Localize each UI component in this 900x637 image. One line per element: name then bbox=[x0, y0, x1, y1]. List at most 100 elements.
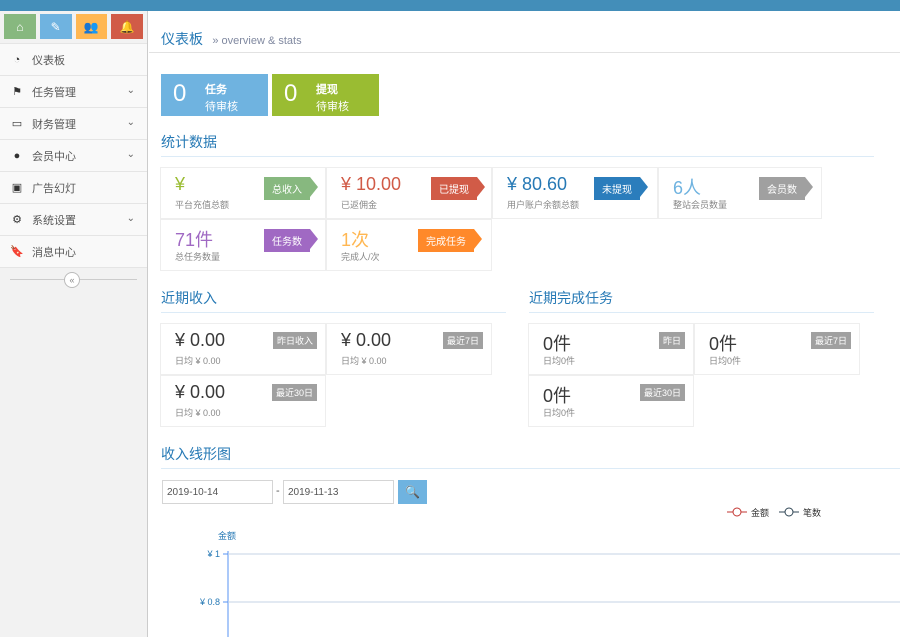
y-tick-label: ¥ 0.8 bbox=[199, 597, 220, 607]
pencil-icon: ✎ bbox=[50, 19, 61, 34]
stat-tag: 完成任务 bbox=[418, 229, 482, 252]
stat-value: 1次 bbox=[341, 230, 370, 250]
task-card-30days: 0件 日均0件 最近30日 bbox=[528, 375, 694, 427]
income-line-chart: 金额 笔数 金额 ¥ 1 ¥ 0.8 bbox=[199, 507, 900, 637]
task-average: 日均0件 bbox=[543, 408, 576, 418]
income-card-7days: ¥ 0.00 日均 ¥ 0.00 最近7日 bbox=[326, 323, 492, 375]
stat-value: 6人 bbox=[673, 178, 702, 198]
income-flag: 最近7日 bbox=[442, 332, 483, 349]
chevron-down-icon: ⌄ bbox=[126, 213, 135, 224]
user-icon: ● bbox=[13, 149, 21, 162]
legend-amount-label: 金额 bbox=[751, 507, 769, 518]
task-average: 日均0件 bbox=[709, 356, 742, 366]
y-tick-label: ¥ 1 bbox=[206, 549, 220, 559]
chart-section-title: 收入线形图 bbox=[161, 444, 900, 469]
legend-count-label: 笔数 bbox=[803, 507, 821, 518]
income-flag: 昨日收入 bbox=[272, 332, 317, 349]
income-flag: 最近30日 bbox=[271, 384, 317, 401]
tasks-section-title: 近期完成任务 bbox=[529, 288, 874, 313]
stat-card-not-withdrawn: ¥ 80.60 用户账户余额总额 未提现 bbox=[492, 167, 658, 219]
stat-label: 完成人/次 bbox=[341, 252, 380, 262]
sidebar-item-messages[interactable]: 🔖 消息中心 bbox=[0, 235, 147, 267]
income-card-yesterday: ¥ 0.00 日均 ¥ 0.00 昨日收入 bbox=[160, 323, 326, 375]
page-subtitle: » overview & stats bbox=[212, 35, 302, 47]
infobox-withdraw-pending[interactable]: 0 提现 待审核 bbox=[272, 74, 379, 116]
sidebar-item-tasks[interactable]: ⚑ 任务管理 ⌄ bbox=[0, 75, 147, 107]
infobox-tasks-pending[interactable]: 0 任务 待审核 bbox=[161, 74, 268, 116]
sidebar-item-label: 消息中心 bbox=[32, 246, 76, 259]
bookmark-icon: 🔖 bbox=[10, 246, 24, 258]
bell-icon: 🔔 bbox=[119, 19, 135, 34]
stat-card-completed: 1次 完成人/次 完成任务 bbox=[326, 219, 492, 271]
income-average: 日均 ¥ 0.00 bbox=[175, 408, 221, 418]
sidebar-item-label: 仪表板 bbox=[32, 54, 65, 67]
dashboard-icon: ◔ bbox=[13, 53, 21, 66]
shortcut-home-button[interactable]: ⌂ bbox=[4, 14, 36, 39]
stat-label: 用户账户余额总额 bbox=[507, 200, 580, 210]
hdd-icon: ▭ bbox=[11, 118, 23, 130]
task-value: 0件 bbox=[709, 334, 738, 354]
picture-icon: ▣ bbox=[11, 182, 23, 194]
main-content: 仪表板 » overview & stats 0 任务 待审核 0 提现 待审核… bbox=[149, 11, 900, 637]
shortcut-users-button[interactable]: 👥 bbox=[75, 14, 108, 39]
flag-icon: ⚑ bbox=[12, 86, 22, 98]
sidebar-item-label: 系统设置 bbox=[32, 214, 76, 227]
task-card-7days: 0件 日均0件 最近7日 bbox=[694, 323, 860, 375]
stat-label: 已返佣金 bbox=[341, 200, 378, 210]
infobox-sublabel: 待审核 bbox=[316, 101, 349, 113]
stat-value: ¥ 10.00 bbox=[341, 174, 402, 194]
shortcut-bell-button[interactable]: 🔔 bbox=[111, 14, 143, 39]
income-value: ¥ 0.00 bbox=[175, 330, 226, 350]
sidebar-item-dashboard[interactable]: ◔ 仪表板 bbox=[0, 43, 147, 75]
sidebar-item-ads[interactable]: ▣ 广告幻灯 bbox=[0, 171, 147, 203]
stat-value: ¥ bbox=[175, 174, 186, 194]
sidebar-item-members[interactable]: ● 会员中心 ⌄ bbox=[0, 139, 147, 171]
task-card-yesterday: 0件 日均0件 昨日 bbox=[528, 323, 694, 375]
stat-card-withdrawn: ¥ 10.00 已返佣金 已提现 bbox=[326, 167, 492, 219]
sidebar-item-settings[interactable]: ⚙ 系统设置 ⌄ bbox=[0, 203, 147, 235]
shortcut-pencil-button[interactable]: ✎ bbox=[39, 14, 72, 39]
infobox-label: 提现 bbox=[316, 84, 338, 96]
income-average: 日均 ¥ 0.00 bbox=[175, 356, 221, 366]
sidebar-collapse: « bbox=[0, 267, 147, 291]
users-icon: 👥 bbox=[83, 19, 99, 34]
stat-label: 总任务数量 bbox=[175, 252, 221, 262]
income-card-30days: ¥ 0.00 日均 ¥ 0.00 最近30日 bbox=[160, 375, 326, 427]
stat-tag: 会员数 bbox=[759, 177, 813, 200]
chevron-down-icon: ⌄ bbox=[126, 149, 135, 160]
stat-tag: 已提现 bbox=[431, 177, 485, 200]
sidebar-item-finance[interactable]: ▭ 财务管理 ⌄ bbox=[0, 107, 147, 139]
infobox-number: 0 bbox=[173, 80, 187, 107]
stats-section-title: 统计数据 bbox=[161, 132, 874, 157]
sidebar: ⌂ ✎ 👥 🔔 ◔ 仪表板 ⚑ 任务管理 ⌄ ▭ 财务管理 ⌄ ● 会员中心 ⌄… bbox=[0, 11, 148, 637]
infobox-sublabel: 待审核 bbox=[205, 101, 238, 113]
sidebar-item-label: 会员中心 bbox=[32, 150, 76, 163]
y-axis-label: 金额 bbox=[218, 530, 236, 541]
task-average: 日均0件 bbox=[543, 356, 576, 366]
task-flag: 最近30日 bbox=[639, 384, 685, 401]
legend-count-marker bbox=[784, 507, 794, 517]
cog-icon: ⚙ bbox=[12, 214, 22, 226]
chevron-down-icon: ⌄ bbox=[126, 117, 135, 128]
stat-tag: 任务数 bbox=[264, 229, 318, 252]
stat-value: ¥ 80.60 bbox=[507, 174, 568, 194]
stat-card-tasks: 71件 总任务数量 任务数 bbox=[160, 219, 326, 271]
stat-value: 71件 bbox=[175, 230, 214, 250]
chevron-down-icon: ⌄ bbox=[126, 85, 135, 96]
task-value: 0件 bbox=[543, 386, 572, 406]
income-value: ¥ 0.00 bbox=[341, 330, 392, 350]
legend-amount[interactable]: 金额 bbox=[727, 507, 769, 518]
income-value: ¥ 0.00 bbox=[175, 382, 226, 402]
top-navbar bbox=[0, 0, 900, 11]
income-average: 日均 ¥ 0.00 bbox=[341, 356, 387, 366]
stat-tag: 总收入 bbox=[264, 177, 318, 200]
page-header: 仪表板 » overview & stats bbox=[149, 11, 900, 53]
home-icon: ⌂ bbox=[16, 19, 24, 34]
page-title: 仪表板 bbox=[161, 31, 203, 47]
sidebar-item-label: 广告幻灯 bbox=[32, 182, 76, 195]
legend-count[interactable]: 笔数 bbox=[779, 507, 821, 518]
task-flag: 最近7日 bbox=[810, 332, 851, 349]
stat-label: 整站会员数量 bbox=[673, 200, 728, 210]
collapse-sidebar-button[interactable]: « bbox=[64, 272, 80, 288]
legend-amount-marker bbox=[732, 507, 742, 517]
